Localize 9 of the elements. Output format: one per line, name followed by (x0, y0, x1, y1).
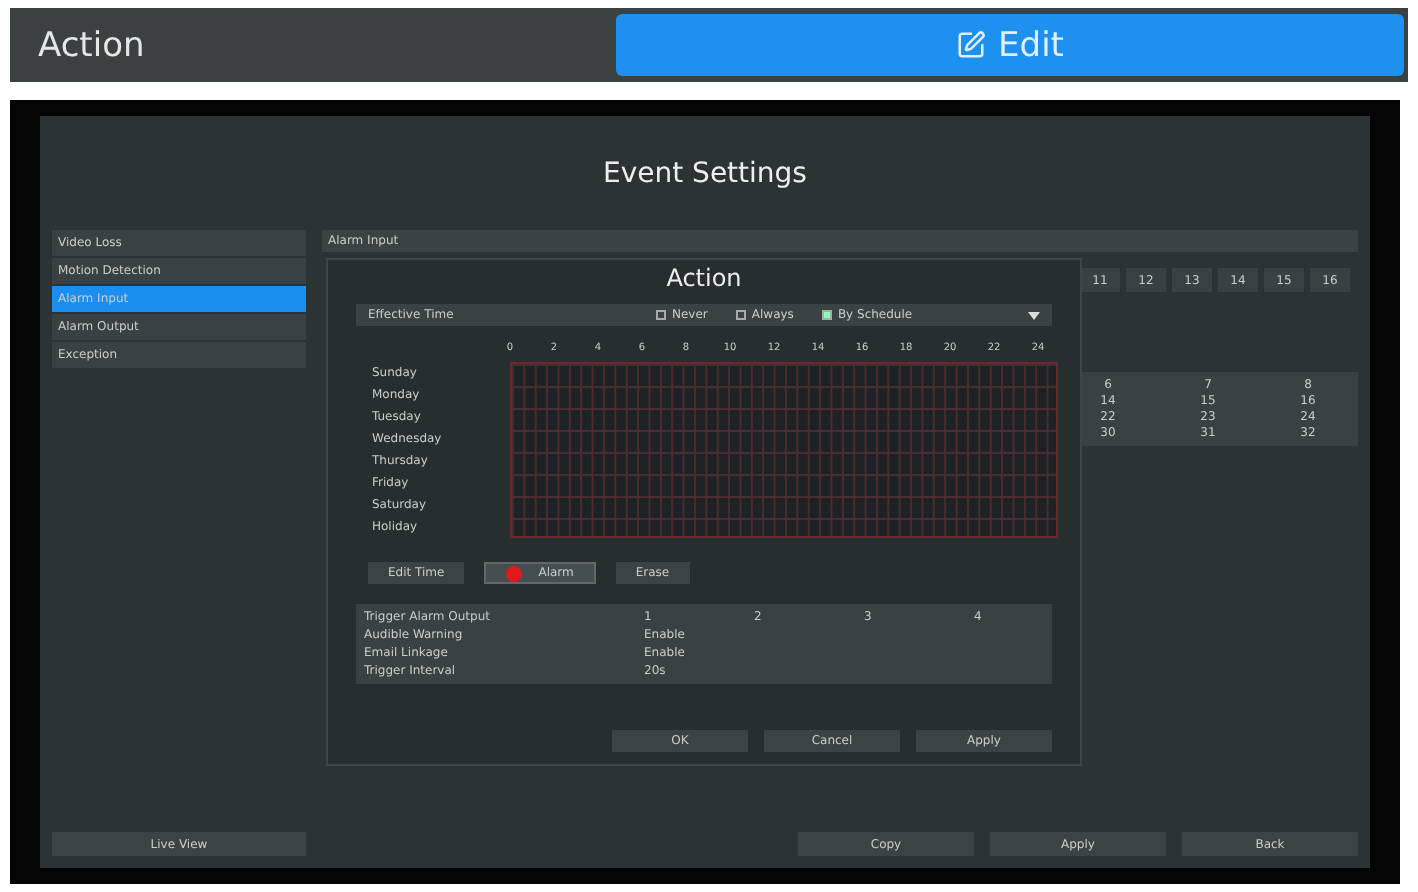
checkbox[interactable] (821, 310, 832, 320)
edit-icon (956, 30, 987, 60)
checkbox[interactable] (656, 310, 666, 320)
window-title: Event Settings (603, 157, 807, 189)
top-bar-title: Action (36, 23, 147, 69)
checkbox[interactable] (735, 310, 746, 320)
dialog-title: Action (666, 264, 742, 292)
caret-icon[interactable] (1028, 311, 1040, 319)
alarm-dot-icon (506, 565, 523, 581)
